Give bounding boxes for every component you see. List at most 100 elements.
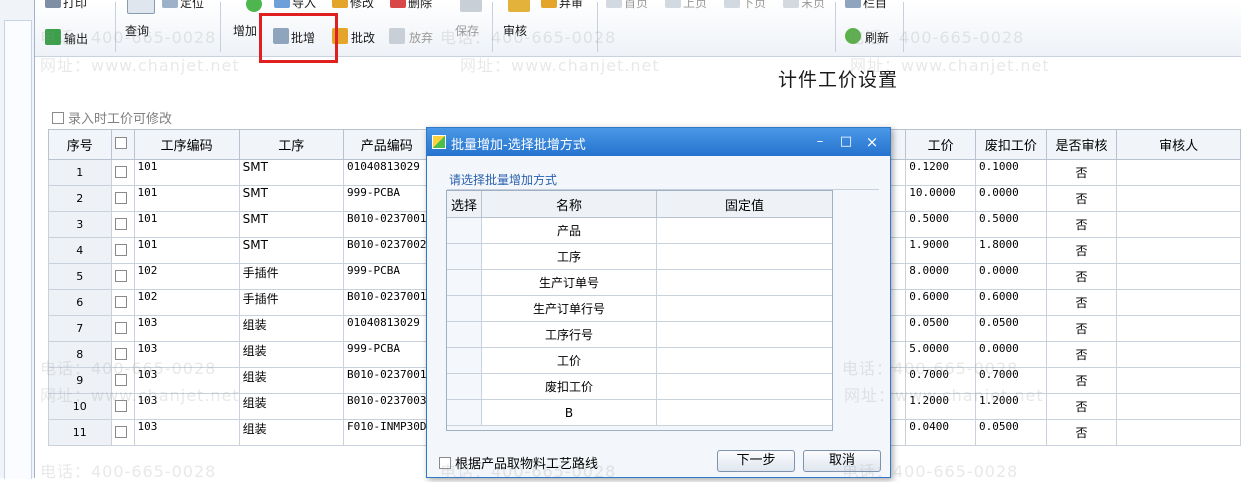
minimize-button[interactable]: – [809,131,831,153]
row-proc[interactable]: 组装 [238,341,344,368]
row-seq[interactable]: 10 [48,393,112,420]
mode-select-cell[interactable] [446,295,482,322]
mode-fixed-value[interactable] [656,269,833,296]
row-select-checkbox[interactable] [114,321,127,334]
prev-page-button[interactable]: 上页 [683,0,707,11]
mode-fixed-value[interactable] [656,321,833,348]
next-button[interactable]: 下一步 [717,450,795,472]
close-button[interactable]: × [861,131,883,153]
row-scrap-price[interactable]: 0.0000 [975,263,1047,290]
row-price[interactable]: 0.1200 [905,159,977,186]
discard-button[interactable]: 放弃 [409,29,433,46]
row-audited[interactable]: 否 [1045,185,1118,212]
row-checkbox[interactable] [110,341,135,368]
mode-row[interactable]: 产品 [446,217,833,244]
mode-select-cell[interactable] [446,373,482,400]
row-price[interactable]: 10.0000 [905,185,977,212]
row-proc-code[interactable]: 101 [133,185,240,212]
export-button[interactable]: 输出 [64,30,88,47]
editable-checkbox-row[interactable]: 录入时工价可修改 [52,108,172,127]
mode-fixed-value[interactable] [656,295,833,322]
delete-button[interactable]: 删除 [408,0,432,11]
mode-select-cell[interactable] [446,217,482,244]
row-audited[interactable]: 否 [1045,367,1118,394]
row-checkbox[interactable] [110,211,135,238]
row-checkbox[interactable] [110,367,135,394]
row-proc[interactable]: 组装 [238,393,344,420]
row-seq[interactable]: 6 [48,289,112,316]
header-fixed-value[interactable]: 固定值 [656,190,833,218]
row-scrap-price[interactable]: 0.0500 [975,419,1047,446]
row-proc[interactable]: SMT [238,159,344,186]
row-select-checkbox[interactable] [114,243,127,256]
mode-fixed-value[interactable] [656,373,833,400]
modify-button[interactable]: 修改 [350,0,374,11]
row-proc[interactable]: SMT [238,237,344,264]
row-select-checkbox[interactable] [114,347,127,360]
row-auditor[interactable] [1116,159,1241,186]
mode-row[interactable]: 废扣工价 [446,373,833,400]
row-select-checkbox[interactable] [114,399,127,412]
row-proc-code[interactable]: 101 [133,237,240,264]
row-product-code[interactable]: B010-0237003 [342,393,431,420]
row-checkbox[interactable] [110,263,135,290]
query-button[interactable]: 查询 [125,22,149,39]
row-auditor[interactable] [1116,211,1241,238]
row-audited[interactable]: 否 [1045,289,1118,316]
row-scrap-price[interactable]: 1.2000 [975,393,1047,420]
row-seq[interactable]: 2 [48,185,112,212]
row-auditor[interactable] [1116,315,1241,342]
row-proc-code[interactable]: 103 [133,367,240,394]
row-select-checkbox[interactable] [114,191,127,204]
mode-select-cell[interactable] [446,399,482,426]
row-proc[interactable]: 组装 [238,315,344,342]
row-price[interactable]: 0.7000 [905,367,977,394]
header-seq[interactable]: 序号 [48,129,112,160]
row-price[interactable]: 0.5000 [905,211,977,238]
row-checkbox[interactable] [110,159,135,186]
row-proc-code[interactable]: 103 [133,419,240,446]
row-product-code[interactable]: B010-0237001 [342,211,431,238]
row-product-code[interactable]: 999-PCBA [342,263,431,290]
route-checkbox[interactable] [439,457,451,469]
row-product-code[interactable]: B010-0237002 [342,237,431,264]
import-button[interactable]: 导入 [292,0,316,11]
row-select-checkbox[interactable] [114,373,127,386]
row-scrap-price[interactable]: 0.1000 [975,159,1047,186]
row-checkbox[interactable] [110,419,135,446]
row-proc[interactable]: 组装 [238,419,344,446]
select-all-checkbox[interactable] [114,137,127,149]
editable-checkbox[interactable] [52,112,64,124]
row-auditor[interactable] [1116,289,1241,316]
row-auditor[interactable] [1116,367,1241,394]
row-checkbox[interactable] [110,315,135,342]
row-product-code[interactable]: 999-PCBA [342,185,431,212]
unaudit-button[interactable]: 弃审 [559,0,583,11]
mode-fixed-value[interactable] [656,347,833,374]
header-proc-code[interactable]: 工序编码 [133,129,240,160]
row-audited[interactable]: 否 [1045,341,1118,368]
row-proc[interactable]: 组装 [238,367,344,394]
row-scrap-price[interactable]: 0.5000 [975,211,1047,238]
row-proc[interactable]: SMT [238,185,344,212]
header-scrap-price[interactable]: 废扣工价 [975,129,1047,160]
row-seq[interactable]: 8 [48,341,112,368]
row-product-code[interactable]: 01040813029 [342,315,431,342]
row-checkbox[interactable] [110,185,135,212]
row-seq[interactable]: 7 [48,315,112,342]
row-audited[interactable]: 否 [1045,263,1118,290]
header-name[interactable]: 名称 [481,190,657,218]
row-proc-code[interactable]: 102 [133,263,240,290]
batch-modify-button[interactable]: 批改 [351,29,375,46]
row-auditor[interactable] [1116,419,1241,446]
row-proc-code[interactable]: 103 [133,341,240,368]
row-select-checkbox[interactable] [114,217,127,230]
header-proc[interactable]: 工序 [238,129,344,160]
row-audited[interactable]: 否 [1045,419,1118,446]
next-page-button[interactable]: 下页 [742,0,766,11]
mode-select-cell[interactable] [446,269,482,296]
save-button[interactable]: 保存 [455,22,479,39]
mode-row[interactable]: 生产订单行号 [446,295,833,322]
row-product-code[interactable]: B010-0237001 [342,367,431,394]
first-page-button[interactable]: 首页 [624,0,648,11]
